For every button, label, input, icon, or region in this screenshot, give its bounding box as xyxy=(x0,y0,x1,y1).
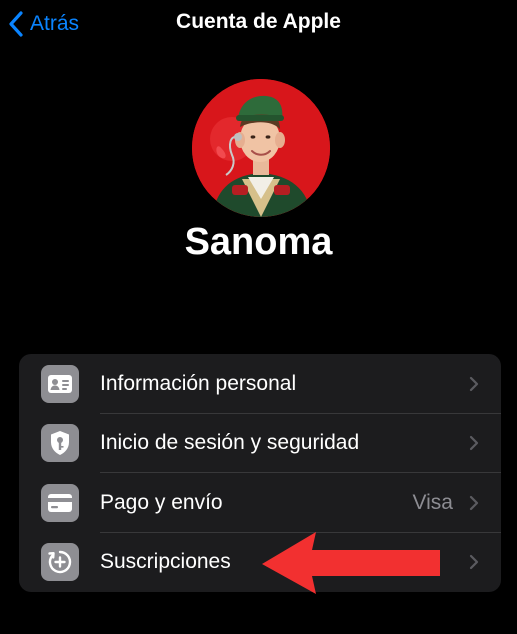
chevron-right-icon xyxy=(467,552,481,572)
avatar-photo xyxy=(192,79,330,217)
menu-item-label: Información personal xyxy=(100,371,297,395)
menu-item-label: Pago y envío xyxy=(100,490,223,514)
menu-item-payment-shipping[interactable]: Pago y envío Visa xyxy=(19,473,501,533)
chevron-right-icon xyxy=(467,493,481,513)
credit-card-icon xyxy=(41,483,79,522)
annotation-arrow-icon xyxy=(260,528,442,598)
avatar[interactable] xyxy=(192,79,330,217)
chevron-right-icon xyxy=(467,374,481,394)
navigation-bar: Atrás Cuenta de Apple xyxy=(0,0,517,48)
payment-method-value: Visa xyxy=(412,490,453,514)
menu-item-sign-in-security[interactable]: Inicio de sesión y seguridad xyxy=(19,414,501,473)
subscriptions-icon xyxy=(41,543,79,582)
menu-item-label: Inicio de sesión y seguridad xyxy=(100,431,360,455)
person-card-icon xyxy=(41,364,79,403)
chevron-right-icon xyxy=(467,433,481,453)
shield-key-icon xyxy=(41,424,79,463)
page-title: Cuenta de Apple xyxy=(176,10,341,33)
profile-name: Sanoma xyxy=(184,221,333,263)
menu-item-label: Suscripciones xyxy=(100,550,231,574)
menu-item-personal-information[interactable]: Información personal xyxy=(19,354,501,414)
